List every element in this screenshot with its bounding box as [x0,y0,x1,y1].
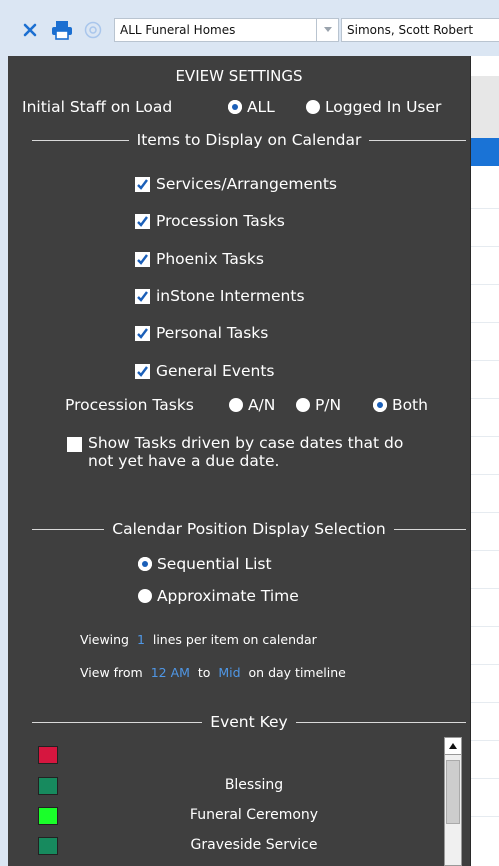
show-tasks-line2: not yet have a due date. [88,452,280,470]
event-key-scrollbar[interactable] [444,737,462,866]
checkbox-checked-icon [135,325,150,341]
radio-on-icon [138,557,152,571]
radio-off-icon [229,398,243,412]
radio-procession-both[interactable]: Both [373,396,428,414]
staff-select[interactable]: Simons, Scott Robert [341,18,499,42]
event-key-label: Blessing [224,777,284,793]
event-key-swatch [38,837,58,855]
position-section-title: Calendar Position Display Selection [112,520,386,538]
event-key-label: Graveside Service [190,837,318,853]
checkbox-label: Procession Tasks [156,212,285,230]
view-from-prefix: View from [80,665,143,680]
print-icon[interactable] [51,17,73,43]
checkbox-services-arrangements[interactable]: Services/Arrangements [135,175,337,193]
radio-on-icon [228,100,242,114]
radio-procession-pn[interactable]: P/N [296,396,341,414]
show-tasks-line1: Show Tasks driven by case dates that do [88,434,404,452]
checkbox-show-tasks-no-due-date[interactable]: Show Tasks driven by case dates that do … [67,434,403,470]
event-key-section-header: Event Key [32,713,466,731]
scroll-up-arrow-icon[interactable] [445,738,461,755]
radio-procession-pn-label: P/N [314,396,342,414]
eview-settings-panel: EVIEW SETTINGS Initial Staff on Load ALL… [8,56,471,866]
radio-procession-an[interactable]: A/N [229,396,275,414]
viewing-lines-row: Viewing 1 lines per item on calendar [80,632,317,647]
view-from-start-value[interactable]: 12 AM [151,665,190,680]
initial-staff-label: Initial Staff on Load [22,98,173,116]
checkbox-checked-icon [135,288,150,304]
checkbox-personal-tasks[interactable]: Personal Tasks [135,324,268,342]
view-from-end-value[interactable]: Mid [218,665,240,680]
checkbox-checked-icon [135,251,150,267]
event-key-title: Event Key [210,713,288,731]
view-from-row: View from 12 AM to Mid on day timeline [80,665,346,680]
close-icon[interactable] [19,17,41,43]
event-key-label: Funeral Ceremony [189,807,319,823]
checkbox-phoenix-tasks[interactable]: Phoenix Tasks [135,250,264,268]
funeral-home-select[interactable]: ALL Funeral Homes [114,18,317,42]
radio-sequential-list-label: Sequential List [156,555,272,573]
radio-sequential-list[interactable]: Sequential List [138,555,272,573]
view-from-to-word: to [197,665,211,680]
radio-staff-logged-in-label: Logged In User [324,98,442,116]
items-section-title: Items to Display on Calendar [136,131,362,149]
radio-approximate-time-label: Approximate Time [156,587,299,605]
viewing-suffix: lines per item on calendar [152,632,317,647]
email-at-icon[interactable] [82,17,104,43]
event-key-swatch [38,746,58,764]
checkbox-checked-icon [135,363,150,379]
top-toolbar: ALL Funeral Homes Simons, Scott Robert [0,0,499,56]
radio-staff-all[interactable]: ALL [228,98,275,116]
radio-off-icon [296,398,310,412]
procession-tasks-label: Procession Tasks [65,396,194,414]
radio-staff-logged-in[interactable]: Logged In User [306,98,441,116]
radio-staff-all-label: ALL [246,98,275,116]
viewing-lines-value[interactable]: 1 [137,632,145,647]
checkbox-instone-interments[interactable]: inStone Interments [135,287,305,305]
radio-procession-an-label: A/N [247,396,276,414]
event-key-swatch [38,777,58,795]
radio-off-icon [306,100,320,114]
radio-off-icon [138,589,152,603]
checkbox-general-events[interactable]: General Events [135,362,275,380]
radio-approximate-time[interactable]: Approximate Time [138,587,299,605]
checkbox-checked-icon [135,176,150,192]
position-section-header: Calendar Position Display Selection [32,520,466,538]
checkbox-checked-icon [135,213,150,229]
items-section-header: Items to Display on Calendar [32,131,467,149]
checkbox-label: Phoenix Tasks [156,250,264,268]
checkbox-label: Services/Arrangements [156,175,337,193]
event-key-swatch [38,807,58,825]
checkbox-label: General Events [156,362,275,380]
radio-on-icon [373,398,387,412]
checkbox-label: Personal Tasks [156,324,269,342]
viewing-prefix: Viewing [80,632,129,647]
checkbox-label: inStone Interments [156,287,305,305]
view-from-suffix: on day timeline [248,665,346,680]
radio-procession-both-label: Both [391,396,428,414]
chevron-down-icon[interactable] [316,18,339,42]
panel-title: EVIEW SETTINGS [175,67,303,85]
scroll-thumb[interactable] [446,760,460,824]
checkbox-procession-tasks[interactable]: Procession Tasks [135,212,285,230]
checkbox-unchecked-icon [67,437,82,452]
